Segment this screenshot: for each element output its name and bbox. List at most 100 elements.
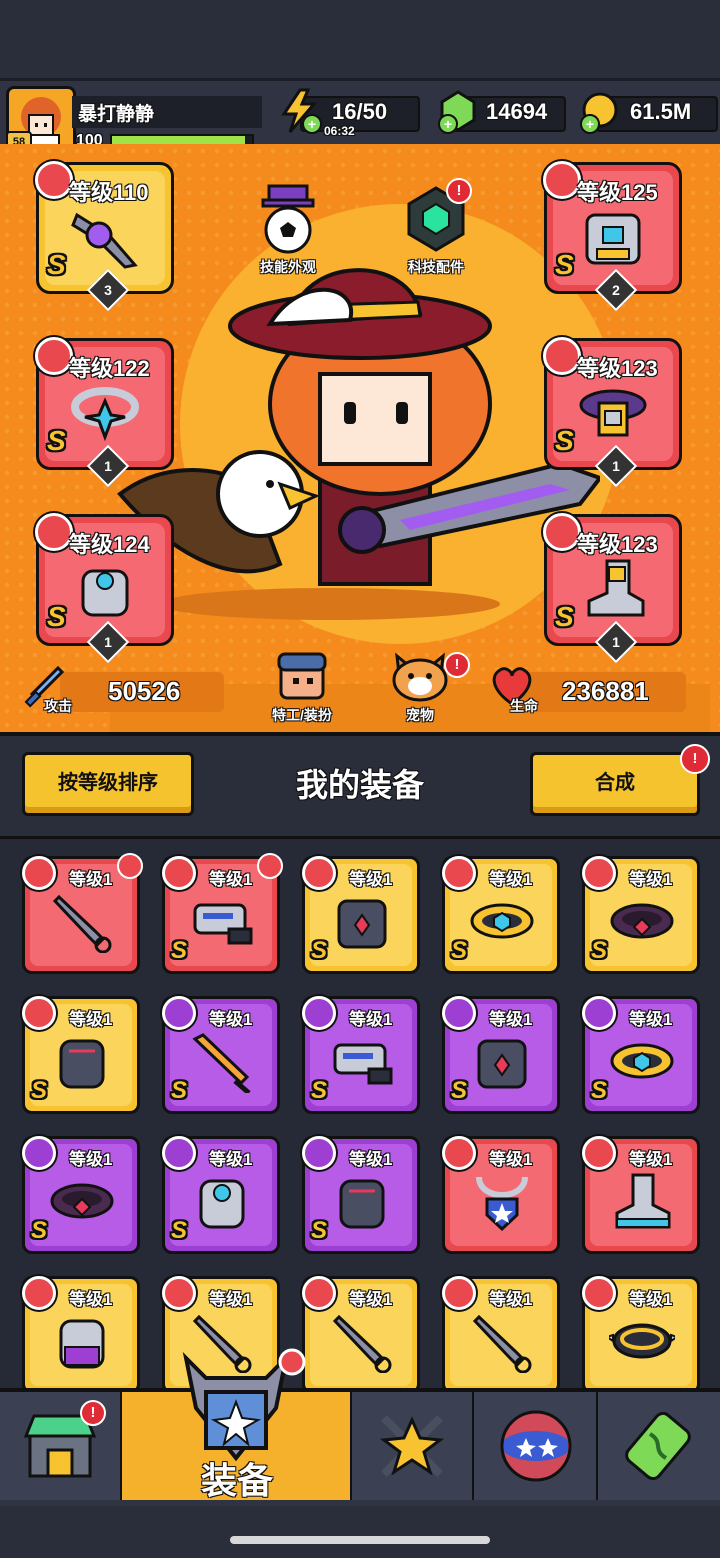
equipment-item[interactable]: 等级1: [302, 1276, 420, 1391]
weapon-art: [71, 212, 138, 269]
item-level: 等级1: [349, 1290, 393, 1309]
shield-icon: [182, 1348, 306, 1462]
equipment-item[interactable]: 等级1: [442, 1136, 560, 1254]
item-level: 等级1: [489, 1010, 533, 1029]
item-level: 等级1: [489, 870, 533, 889]
boot-art: [587, 559, 645, 617]
slot-level: 等级122: [69, 356, 150, 381]
equipment-item[interactable]: 等级1 S: [22, 1136, 140, 1254]
equipment-item[interactable]: 等级1 S: [302, 856, 420, 974]
item-level: 等级1: [349, 870, 393, 889]
slot-boot[interactable]: 等级123 S 1: [543, 513, 682, 664]
item-rank: S: [171, 1077, 188, 1104]
agent-dressup-label: 特工/装扮: [272, 707, 332, 723]
slot-level: 等级123: [577, 356, 658, 381]
slot-rank: S: [555, 425, 574, 456]
armor-art: [585, 213, 641, 265]
slot-armor[interactable]: 等级125 S 2: [543, 161, 682, 312]
item-level: 等级1: [349, 1010, 393, 1029]
gold-value: 61.5M: [630, 99, 692, 124]
weapon-icon: [162, 996, 196, 1030]
gold-coin-icon: +: [580, 92, 618, 134]
equipment-item[interactable]: 等级1 S: [162, 996, 280, 1114]
item-rank: S: [171, 1217, 188, 1244]
weapon-icon: [22, 856, 56, 890]
equipment-item[interactable]: 等级1 S: [162, 853, 283, 974]
item-art: [199, 1179, 245, 1229]
weapon-icon: [302, 1276, 336, 1310]
item-rank: S: [311, 937, 328, 964]
glove-icon: [35, 513, 73, 551]
equipment-item[interactable]: 等级1 S: [582, 996, 700, 1114]
belt-icon: [22, 1136, 56, 1170]
battle-tab[interactable]: [352, 1392, 475, 1500]
item-art: [192, 1033, 251, 1093]
item-level: 等级1: [629, 1150, 673, 1169]
agent-dressup-button[interactable]: 特工/装扮: [252, 650, 352, 725]
glove-icon: [302, 1136, 336, 1170]
slot-necklace[interactable]: 等级122 S 1: [35, 337, 174, 488]
slot-rank: S: [47, 425, 66, 456]
shop-alert-badge: !: [80, 1400, 106, 1426]
item-art: [59, 1319, 105, 1369]
armor-icon: [302, 856, 336, 890]
slot-weapon[interactable]: 等级110 S 3: [35, 161, 174, 312]
equipment-grid: 等级1 等级1 S 等级1 S 等级1 S 等级1 S 等级1 S 等级1 S 等级1 S 等级1 S 等级1 S 等…: [0, 836, 720, 1391]
equipment-item[interactable]: 等级1: [22, 1276, 140, 1391]
boot-icon: [543, 513, 581, 551]
equipment-item[interactable]: 等级1 S: [442, 856, 560, 974]
events-tab[interactable]: [474, 1392, 599, 1500]
stars-ball-icon: [500, 1410, 572, 1482]
necklace-icon: [442, 1136, 476, 1170]
equipment-item[interactable]: 等级1 S: [442, 996, 560, 1114]
armor-icon: [442, 996, 476, 1030]
necklace-icon: [35, 337, 73, 375]
item-rank: S: [311, 1217, 328, 1244]
item-rank: S: [31, 1217, 48, 1244]
belt-art: [579, 389, 647, 437]
gems-value: 14694: [486, 99, 548, 124]
tech-parts-label: 科技配件: [408, 259, 464, 275]
glove-icon: [22, 1276, 56, 1310]
lab-tab[interactable]: [598, 1392, 720, 1500]
equipment-item[interactable]: 等级1: [22, 853, 143, 974]
item-level: 等级1: [209, 1010, 253, 1029]
item-level: 等级1: [209, 1150, 253, 1169]
agent-head-icon: [277, 652, 327, 700]
glove-icon: [162, 1136, 196, 1170]
equipment-item[interactable]: 等级1: [442, 1276, 560, 1391]
equipment-item[interactable]: 等级1 S: [22, 996, 140, 1114]
pet-alert-badge: !: [444, 652, 470, 678]
slot-belt[interactable]: 等级123 S 1: [543, 337, 682, 488]
shop-tab[interactable]: !: [0, 1392, 123, 1500]
equipment-item[interactable]: 等级1 S: [162, 1136, 280, 1254]
equipment-item[interactable]: 等级1 S: [302, 996, 420, 1114]
status-bar: [0, 0, 720, 78]
hero-panel: 技能外观 科技配件 ! 等级110 S 3 等级122 S 1 等级124 S …: [0, 144, 720, 732]
equipment-item[interactable]: 等级1: [582, 1136, 700, 1254]
home-indicator: [230, 1536, 490, 1544]
weapon-icon: [162, 856, 196, 890]
merge-button[interactable]: 合成: [530, 752, 700, 816]
armor-corner-icon: [117, 853, 143, 879]
item-art: [609, 1323, 675, 1359]
skill-skin-button[interactable]: 技能外观: [248, 184, 328, 277]
lightning-icon: +: [281, 88, 322, 134]
slot-rank: S: [555, 601, 574, 632]
item-level: 等级1: [69, 1150, 113, 1169]
item-art: [332, 1314, 392, 1373]
equipment-item[interactable]: 等级1 S: [582, 856, 700, 974]
item-rank: S: [451, 937, 468, 964]
glove-icon: [22, 996, 56, 1030]
hero-character: [117, 268, 600, 620]
dog-face-icon: [392, 652, 448, 702]
item-rank: S: [451, 1077, 468, 1104]
weapon-icon: [35, 161, 73, 199]
hp-label: 生命: [510, 698, 538, 714]
equipment-item[interactable]: 等级1: [582, 1276, 700, 1391]
equipment-item[interactable]: 等级1 S: [302, 1136, 420, 1254]
item-art: [610, 1043, 674, 1079]
skill-skin-label: 技能外观: [260, 259, 316, 275]
green-gem-icon: +: [438, 90, 476, 134]
slot-glove[interactable]: 等级124 S 1: [35, 513, 174, 664]
